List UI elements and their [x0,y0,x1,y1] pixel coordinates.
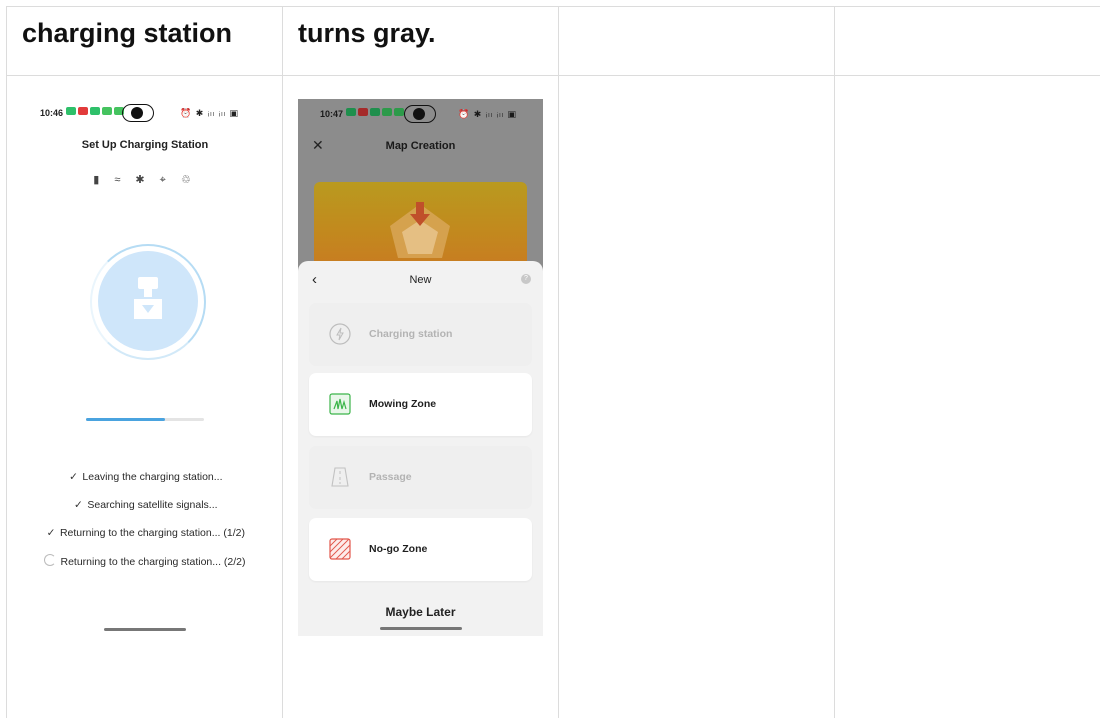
help-icon[interactable]: ? [521,274,531,284]
screen-title: Map Creation [385,140,456,152]
grid-line [6,6,1100,7]
spinner-icon [44,554,57,566]
grass-icon [329,393,351,415]
dynamic-island-icon [122,104,154,122]
phone-screenshot-charging-setup: 10:46 ⏰ ✱ ᵢₗₗ ᵢₗₗ ▣ Set Up Charging Stat… [20,96,270,641]
grid-line [6,6,7,718]
step-item: Returning to the charging station... (2/… [20,554,270,582]
option-label: Passage [369,471,412,483]
status-time: 10:47 [320,109,344,119]
status-bar: 10:46 ⏰ ✱ ᵢₗₗ ᵢₗₗ ▣ [20,104,270,122]
step-item: ✓ Searching satellite signals... [74,499,218,511]
notification-icons [66,107,124,115]
step-item: ✓ Leaving the charging station... [69,471,223,483]
grid-line [282,6,283,718]
option-label: Mowing Zone [369,398,437,410]
header-cell-1: charging station [22,18,233,48]
phone-screenshot-map-creation: 10:47 ⏰ ✱ ᵢₗₗ ᵢₗₗ ▣ ✕ Map Creation ‹ New… [298,99,543,636]
mower-illustration-icon [390,202,450,258]
option-passage[interactable]: Passage [309,446,532,509]
system-status-icons: ⏰ ✱ ᵢₗₗ ᵢₗₗ ▣ [180,108,240,118]
home-indicator[interactable] [104,628,186,631]
check-icon: ✓ [74,499,83,511]
status-bar: 10:47 ⏰ ✱ ᵢₗₗ ᵢₗₗ ▣ [298,105,543,123]
progress-bar-fill [86,418,166,421]
step-item: ✓ Returning to the charging station... (… [46,527,245,539]
dynamic-island-icon [404,105,436,123]
charging-station-icon [134,277,162,319]
maybe-later-button[interactable]: Maybe Later [298,605,543,619]
progress-bar [86,418,204,421]
option-no-go-zone[interactable]: No-go Zone [309,518,532,581]
header-cell-2: turns gray. [298,18,436,48]
no-go-hatch-icon [329,538,351,560]
road-icon [331,467,349,487]
option-label: No-go Zone [369,543,428,555]
lightning-icon [329,323,351,345]
screen-title: Set Up Charging Station [81,139,209,151]
check-icon: ✓ [69,471,78,483]
option-label: Charging station [369,328,453,340]
grid-line [834,6,835,718]
option-charging-station[interactable]: Charging station [309,303,532,366]
home-indicator[interactable] [380,627,462,630]
map-banner-image [314,182,527,272]
notification-icons [346,108,404,116]
device-status-icons: ▮ ≈ ✱ ⌖ ♲ [93,174,197,186]
option-mowing-zone[interactable]: Mowing Zone [309,373,532,436]
check-icon: ✓ [46,527,56,539]
system-status-icons: ⏰ ✱ ᵢₗₗ ᵢₗₗ ▣ [458,109,518,119]
status-time: 10:46 [40,108,64,118]
new-item-sheet: ‹ New ? Charging station Mowing Zone Pas… [298,261,543,636]
sheet-title: New [409,274,432,286]
step-list: ✓ Leaving the charging station... ✓ Sear… [20,470,270,582]
grid-line [6,75,1100,76]
grid-line [558,6,559,718]
